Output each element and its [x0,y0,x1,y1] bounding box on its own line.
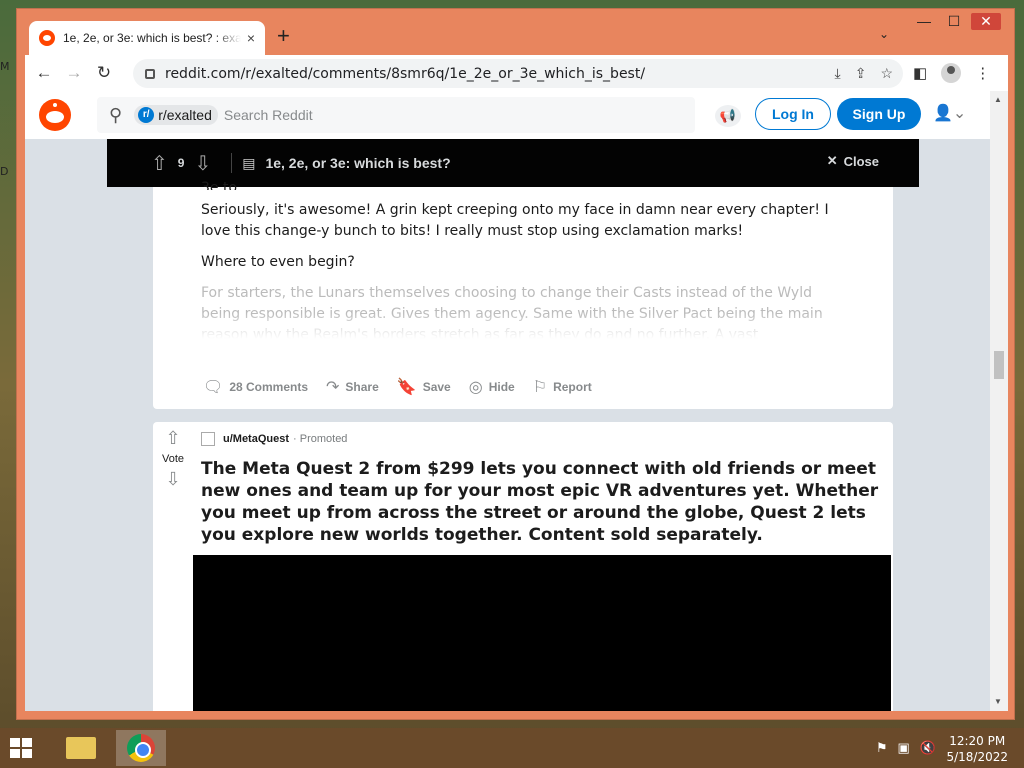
save-button[interactable]: 🔖 Save [397,377,451,397]
reddit-header: ⚲ r/ r/exalted Search Reddit 📢 Log In Si… [25,91,990,139]
post-text-icon: ▤ [242,154,256,171]
maximize-button[interactable]: ☐ [939,13,969,30]
share-page-icon[interactable]: ⇪ [855,65,867,82]
clock-time: 12:20 PM [949,734,1006,748]
browser-window: 1e, 2e, or 3e: which is best? : exalted … [16,8,1015,720]
post-overlay: ⇧ 9 ⇩ ▤ 1e, 2e, or 3e: which is best? ✕ … [107,139,919,711]
close-label: Close [843,153,879,169]
report-button[interactable]: ⚐ Report [533,377,592,397]
reload-icon[interactable]: ↻ [89,63,119,83]
comment-bubble-icon: 🗨 [203,379,224,396]
address-bar[interactable]: reddit.com/r/exalted/comments/8smr6q/1e_… [133,59,903,88]
volume-muted-icon[interactable]: 🔇 [920,740,936,756]
comment-card: 3e to. Seriously, it's awesome! A grin k… [153,180,893,409]
side-panel-icon[interactable]: ◧ [913,64,927,82]
sign-up-button[interactable]: Sign Up [837,98,921,130]
divider [231,153,233,173]
promoted-tag: · Promoted [293,433,348,445]
tab-strip: 1e, 2e, or 3e: which is best? : exalted … [17,9,1014,55]
vote-label: Vote [161,453,185,465]
close-window-button[interactable]: ✕ [971,13,1001,30]
search-icon: ⚲ [109,104,123,125]
upvote-icon[interactable]: ⇧ [151,151,168,176]
clock-date: 5/18/2022 [946,750,1008,764]
bookmark-star-icon[interactable]: ☆ [880,65,893,82]
action-center-flag-icon[interactable]: ⚑ [876,740,888,756]
tab-search-icon[interactable]: ⌄ [879,27,889,41]
scroll-down-icon[interactable]: ▼ [994,697,1002,706]
subreddit-chip-label: r/exalted [158,107,212,123]
user-menu-icon[interactable]: 👤⌄ [933,103,966,123]
back-arrow-icon[interactable]: ← [29,63,59,83]
url-text: reddit.com/r/exalted/comments/8smr6q/1e_… [165,65,646,82]
reddit-logo-icon[interactable] [39,99,71,131]
bookmark-icon: 🔖 [396,379,417,396]
share-arrow-icon: ↷ [326,379,340,396]
post-title: 1e, 2e, or 3e: which is best? [265,155,451,171]
promoted-post-card[interactable]: ⇧ Vote ⇩ u/MetaQuest · Promoted The Meta… [153,422,893,711]
subreddit-chip[interactable]: r/ r/exalted [134,105,218,125]
install-icon[interactable]: ⤓ [835,65,841,82]
vote-column: ⇧ Vote ⇩ [153,422,193,490]
flag-icon: ⚐ [532,379,548,396]
comment-paragraph: Where to even begin? [201,254,355,270]
subreddit-icon: r/ [138,107,155,123]
log-in-button[interactable]: Log In [755,98,831,130]
profile-avatar-icon[interactable] [941,63,962,83]
tab-close-icon[interactable]: × [247,30,255,46]
page-viewport: ⚲ r/ r/exalted Search Reddit 📢 Log In Si… [25,91,1008,711]
broken-image-icon [201,432,215,446]
upvote-icon[interactable]: ⇧ [153,428,193,449]
chrome-taskbar-icon[interactable] [116,730,166,766]
comment-paragraph-faded: For starters, the Lunars themselves choo… [201,283,851,339]
windows-start-icon[interactable] [10,738,32,758]
file-explorer-icon[interactable] [56,730,106,766]
hide-button[interactable]: ◎ Hide [469,377,515,397]
scroll-up-icon[interactable]: ▲ [994,95,1002,104]
hide-eye-icon: ◎ [468,379,483,396]
close-icon: ✕ [826,153,838,168]
reddit-search-box[interactable]: ⚲ r/ r/exalted Search Reddit [97,97,695,133]
minimize-button[interactable]: — [909,13,939,29]
close-post-button[interactable]: ✕ Close [827,153,879,169]
desktop-fragment: M [0,60,10,73]
system-clock[interactable]: 12:20 PM 5/18/2022 [946,733,1008,765]
reddit-favicon-icon [39,30,55,46]
advertise-megaphone-icon[interactable]: 📢 [715,105,741,127]
share-button[interactable]: ↷ Share [326,377,379,397]
promoted-username[interactable]: u/MetaQuest [223,433,289,445]
promoted-video[interactable] [193,555,891,711]
browser-toolbar: ← → ↻ reddit.com/r/exalted/comments/8smr… [25,55,1008,91]
scrollbar-thumb[interactable] [994,351,1004,379]
kebab-menu-icon[interactable]: ⋮ [975,64,990,82]
page-scrollbar[interactable]: ▲ ▼ [990,91,1008,711]
post-score: 9 [177,156,185,170]
tab-title: 1e, 2e, or 3e: which is best? : exalted [63,31,241,45]
browser-tab[interactable]: 1e, 2e, or 3e: which is best? : exalted … [29,21,265,55]
cut-off-line: 3e to. [201,180,242,190]
downvote-icon[interactable]: ⇩ [153,469,193,490]
lock-icon [145,68,155,79]
comment-paragraph: Seriously, it's awesome! A grin kept cre… [201,202,829,239]
network-icon[interactable]: ▣ [898,740,910,756]
post-actions: 🗨 28 Comments ↷ Share 🔖 Save ◎ Hide ⚐ Report [203,377,592,397]
search-input[interactable]: Search Reddit [224,107,313,123]
desktop-fragment: D [0,165,9,178]
system-tray: ⚑ ▣ 🔇 [876,740,936,756]
new-tab-button[interactable]: + [277,25,290,47]
comments-button[interactable]: 🗨 28 Comments [203,377,308,397]
taskbar: ⚑ ▣ 🔇 12:20 PM 5/18/2022 [0,728,1024,768]
promoted-title[interactable]: The Meta Quest 2 from $299 lets you conn… [201,458,881,546]
promoted-meta: u/MetaQuest · Promoted [201,432,347,446]
downvote-icon[interactable]: ⇩ [194,151,211,176]
forward-arrow-icon[interactable]: → [59,63,89,83]
